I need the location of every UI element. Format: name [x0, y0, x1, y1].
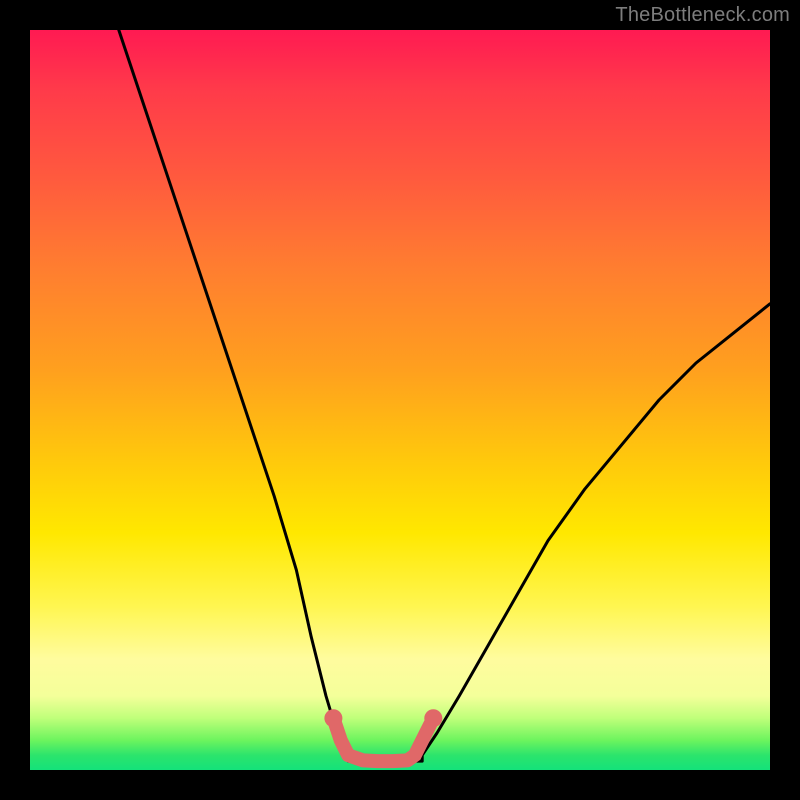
- chart-svg: [30, 30, 770, 770]
- outer-frame: TheBottleneck.com: [0, 0, 800, 800]
- black-curve: [119, 30, 770, 761]
- pink-marker: [324, 709, 342, 727]
- pink-bottom-segment: [333, 718, 433, 761]
- plot-area: [30, 30, 770, 770]
- watermark-text: TheBottleneck.com: [615, 4, 790, 27]
- pink-marker: [424, 709, 442, 727]
- series-group: [119, 30, 770, 761]
